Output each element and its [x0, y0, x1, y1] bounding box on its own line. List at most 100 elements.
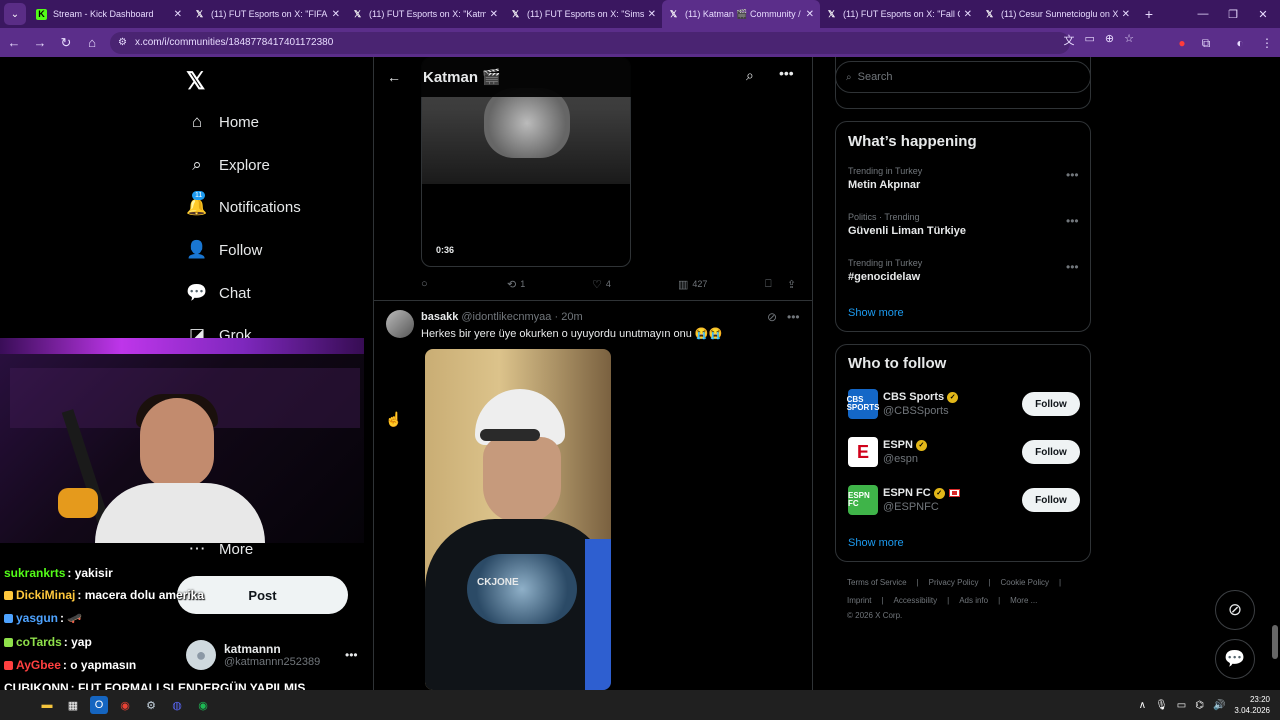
url-text: x.com/i/communities/1848778417401172380 [134, 37, 334, 48]
more-icon[interactable]: ••• [779, 65, 794, 81]
footer-link[interactable]: Imprint [847, 596, 871, 605]
discord-icon[interactable]: ◍ [168, 696, 186, 714]
footer-link[interactable]: Privacy Policy [929, 578, 979, 587]
follow-suggestion[interactable]: E ESPN ✓ @espn [848, 437, 927, 467]
tray-chevron-icon[interactable]: ∧ [1139, 700, 1146, 711]
close-tab-icon[interactable]: ✕ [490, 9, 498, 20]
nav-item-follow[interactable]: 👤 Follow [186, 235, 262, 265]
close-tab-icon[interactable]: ✕ [806, 9, 814, 20]
close-tab-icon[interactable]: ✕ [964, 9, 972, 20]
close-tab-icon[interactable]: ✕ [648, 9, 656, 20]
browser-tab[interactable]: 𝕏 (11) Cesur Sunnetcioglu on X: ✕ [978, 0, 1136, 28]
spotify-icon[interactable]: ◉ [194, 696, 212, 714]
nav-item-explore[interactable]: ⌕ Explore [186, 150, 270, 180]
browser-menu-icon[interactable]: ⋮ [1257, 33, 1277, 53]
footer-link[interactable]: Accessibility [894, 596, 938, 605]
browser-tab[interactable]: K Stream - Kick Dashboard ✕ [30, 0, 188, 28]
repost-button[interactable]: ⟲ 1 [507, 277, 525, 291]
nav-item-chat[interactable]: 💬 Chat [186, 278, 250, 308]
back-arrow-icon[interactable]: ← [387, 69, 401, 85]
show-more-trends-link[interactable]: Show more [848, 307, 904, 319]
follow-button[interactable]: Follow [1022, 440, 1080, 464]
x-logo[interactable]: 𝕏 [186, 67, 205, 96]
browser-tab[interactable]: 𝕏 (11) FUT Esports on X: "Sims ta ✕ [504, 0, 662, 28]
repost-icon: ⟲ [507, 278, 517, 291]
outlook-icon[interactable]: O [90, 696, 108, 714]
file-explorer-icon[interactable]: ▬ [38, 696, 56, 714]
restore-icon[interactable]: ❐ [1218, 0, 1248, 28]
tweet-author-name[interactable]: basakk [421, 311, 458, 323]
account-handle: @katmannn252389 [224, 656, 321, 668]
network-icon[interactable]: ⌬ [1195, 700, 1204, 711]
chrome-icon[interactable]: ◉ [116, 696, 134, 714]
grok-floating-icon[interactable]: ⊘ [1215, 590, 1255, 630]
extension-red-icon[interactable]: ● [1172, 33, 1192, 53]
tweet-image[interactable]: CKJONE [425, 349, 611, 690]
trend-context: Politics · Trending [848, 212, 920, 222]
close-tab-icon[interactable]: ✕ [332, 9, 340, 20]
site-info-icon[interactable]: ⚙ [118, 37, 127, 48]
reload-icon[interactable]: ↻ [54, 31, 78, 55]
tab-search-icon[interactable]: ⌄ [4, 3, 26, 25]
clock[interactable]: 23:20 3.04.2026 [1234, 694, 1270, 716]
trend-more-icon[interactable]: ••• [1066, 260, 1079, 274]
nav-item-notifications[interactable]: 🔔 11 Notifications [186, 191, 301, 222]
messages-floating-icon[interactable]: 💬 [1215, 639, 1255, 679]
heart-icon: ♡ [592, 278, 602, 291]
account-more-icon[interactable]: ••• [345, 648, 358, 662]
browser-tab[interactable]: 𝕏 (11) Katman 🎬 Community / X ✕ [662, 0, 820, 28]
profile-avatar-icon[interactable]: ◐ [1230, 33, 1250, 53]
url-field[interactable]: ⚙ x.com/i/communities/184877841740117238… [110, 31, 1070, 54]
bookmark-star-icon[interactable]: ☆ [1124, 32, 1134, 48]
mic-icon[interactable]: 🎙 [1155, 700, 1168, 711]
forward-icon[interactable]: → [28, 31, 52, 55]
store-icon[interactable]: ▦ [64, 696, 82, 714]
share-button[interactable]: ⇪ [787, 277, 800, 291]
trend-item[interactable]: Politics · Trending Güvenli Liman Türkiye [848, 212, 966, 237]
zoom-icon[interactable]: ⊕ [1105, 32, 1114, 48]
follow-button[interactable]: Follow [1022, 392, 1080, 416]
follow-suggestion[interactable]: ESPN FC ESPN FC ✓ @ESPNFC [848, 485, 960, 515]
footer-link[interactable]: Terms of Service [847, 578, 907, 587]
show-more-follow-link[interactable]: Show more [848, 537, 904, 549]
account-switcher[interactable]: ● katmannn @katmannn252389 [186, 640, 320, 670]
tweet-more-icon[interactable]: ••• [787, 310, 800, 324]
footer-link[interactable]: Cookie Policy [1001, 578, 1049, 587]
grok-icon[interactable]: ⊘ [767, 310, 777, 324]
tweet-author-handle[interactable]: @idontlikecnmyaa [461, 311, 551, 323]
browser-tab[interactable]: 𝕏 (11) FUT Esports on X: "FIFA ya ✕ [188, 0, 346, 28]
trend-more-icon[interactable]: ••• [1066, 168, 1079, 182]
scrollbar[interactable] [1270, 57, 1280, 690]
footer-link[interactable]: More ... [1010, 596, 1037, 605]
nav-item-home[interactable]: ⌂ Home [186, 107, 259, 137]
avatar[interactable] [386, 310, 414, 338]
close-tab-icon[interactable]: ✕ [174, 9, 182, 20]
reply-button[interactable]: ○ [421, 277, 432, 291]
trend-item[interactable]: Trending in Turkey Metin Akpınar [848, 166, 922, 191]
cast-icon[interactable]: ▭ [1085, 32, 1095, 48]
home-icon[interactable]: ⌂ [80, 31, 104, 55]
like-button[interactable]: ♡ 4 [592, 277, 611, 291]
translate-icon[interactable]: 文 [1064, 32, 1075, 48]
follow-button[interactable]: Follow [1022, 488, 1080, 512]
volume-icon[interactable]: 🔊 [1213, 700, 1225, 711]
trend-more-icon[interactable]: ••• [1066, 214, 1079, 228]
trend-item[interactable]: Trending in Turkey #genocidelaw [848, 258, 922, 283]
steam-icon[interactable]: ⚙ [142, 696, 160, 714]
back-icon[interactable]: ← [2, 31, 26, 55]
tweet-time[interactable]: · 20m [554, 311, 582, 323]
browser-tab[interactable]: 𝕏 (11) FUT Esports on X: "Fall Guy ✕ [820, 0, 978, 28]
whats-happening-card: What’s happening Trending in Turkey Metin… [835, 121, 1091, 332]
search-icon[interactable]: ⌕ [746, 67, 754, 84]
bookmark-button[interactable]: ⎕ [765, 277, 776, 291]
extensions-icon[interactable]: ⧉ [1196, 33, 1216, 53]
footer-link[interactable]: Ads info [959, 596, 988, 605]
new-tab-button[interactable]: + [1136, 6, 1162, 22]
views-button[interactable]: ▥ 427 [678, 277, 707, 291]
follow-suggestion[interactable]: CBS SPORTS CBS Sports ✓ @CBSSports [847, 389, 959, 419]
display-icon[interactable]: ▭ [1177, 700, 1186, 711]
close-window-icon[interactable]: ✕ [1248, 0, 1278, 28]
browser-tab[interactable]: 𝕏 (11) FUT Esports on X: "Katman ✕ [346, 0, 504, 28]
close-tab-icon[interactable]: ✕ [1122, 9, 1130, 20]
minimize-icon[interactable]: — [1188, 0, 1218, 28]
